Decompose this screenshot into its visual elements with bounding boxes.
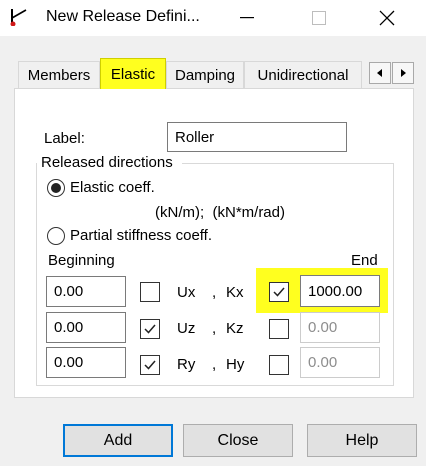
- uz-label: Uz: [177, 320, 196, 337]
- close-button[interactable]: Close: [183, 424, 293, 457]
- group-left-border: [36, 163, 37, 385]
- title-bar: New Release Defini...: [0, 0, 426, 36]
- elastic-coeff-radio[interactable]: [47, 179, 65, 197]
- units-text: (kN/m); (kN*m/rad): [155, 204, 285, 221]
- end-hy-input: 0.00: [300, 347, 380, 378]
- hy-label: Hy: [226, 356, 245, 373]
- tab-elastic[interactable]: Elastic: [100, 58, 166, 89]
- label-input[interactable]: Roller: [167, 122, 347, 152]
- begin-uz-checkbox[interactable]: [140, 319, 160, 339]
- group-bottom-border: [36, 385, 394, 386]
- partial-stiffness-label: Partial stiffness coeff.: [70, 227, 213, 244]
- chevron-right-icon: [401, 69, 406, 77]
- chevron-left-icon: [377, 69, 382, 77]
- ux-label: Ux: [177, 284, 196, 301]
- begin-uz-input[interactable]: 0.00: [46, 312, 126, 343]
- add-button[interactable]: Add: [63, 424, 173, 457]
- uz-separator: ,: [212, 320, 217, 337]
- end-kz-checkbox[interactable]: [269, 319, 289, 339]
- help-button[interactable]: Help: [307, 424, 417, 457]
- end-kx-checkbox[interactable]: [269, 282, 289, 302]
- tab-members[interactable]: Members: [18, 61, 100, 88]
- begin-ry-input[interactable]: 0.00: [46, 347, 126, 378]
- kx-label: Kx: [226, 284, 244, 301]
- tab-scroll-left-button[interactable]: [369, 62, 391, 84]
- ry-label: Ry: [177, 356, 196, 373]
- group-top-border: [182, 163, 394, 164]
- ux-separator: ,: [212, 284, 217, 301]
- begin-ry-checkbox[interactable]: [140, 355, 160, 375]
- tab-unidirectional[interactable]: Unidirectional: [244, 61, 362, 88]
- tab-damping[interactable]: Damping: [166, 61, 244, 88]
- end-kz-input: 0.00: [300, 312, 380, 343]
- label-caption: Label:: [44, 130, 85, 147]
- checkmark-icon: [144, 360, 156, 370]
- close-window-button[interactable]: [364, 0, 410, 36]
- minimize-button[interactable]: [224, 0, 270, 36]
- close-icon: [379, 10, 395, 26]
- end-kx-input[interactable]: 1000.00: [300, 275, 380, 307]
- minimize-icon: [240, 17, 254, 19]
- partial-stiffness-radio[interactable]: [47, 227, 65, 245]
- beginning-header: Beginning: [48, 252, 115, 269]
- ry-separator: ,: [212, 356, 217, 373]
- maximize-button: [296, 0, 342, 36]
- app-icon: [10, 9, 27, 26]
- maximize-icon: [312, 11, 326, 25]
- begin-ux-checkbox[interactable]: [140, 282, 160, 302]
- begin-ux-input[interactable]: 0.00: [46, 276, 126, 307]
- checkmark-icon: [273, 287, 285, 297]
- kz-label: Kz: [226, 320, 244, 337]
- checkmark-icon: [144, 324, 156, 334]
- group-right-border: [393, 163, 394, 385]
- elastic-coeff-label: Elastic coeff.: [70, 179, 155, 196]
- window-title: New Release Defini...: [46, 8, 200, 25]
- end-hy-checkbox[interactable]: [269, 355, 289, 375]
- end-header: End: [351, 252, 378, 269]
- released-directions-title: Released directions: [40, 154, 174, 171]
- tab-scroll-right-button[interactable]: [392, 62, 414, 84]
